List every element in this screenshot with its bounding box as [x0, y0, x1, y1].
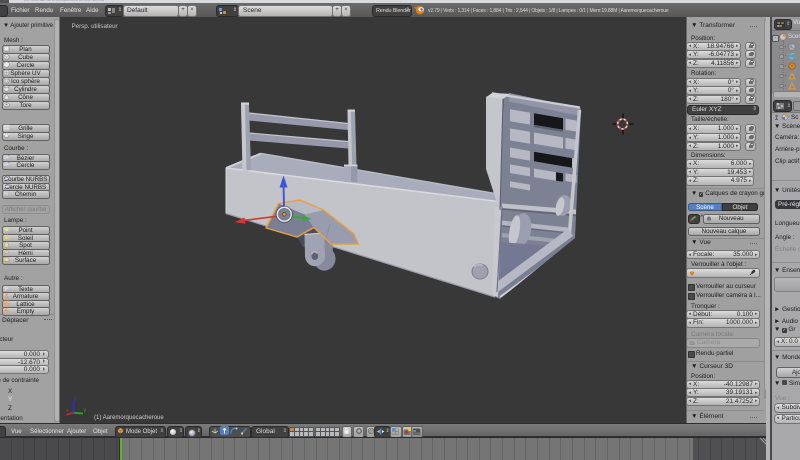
svg-text:x: x	[66, 408, 69, 414]
svg-text:F: F	[4, 286, 8, 292]
svg-text:y: y	[84, 408, 87, 414]
svg-text:z: z	[74, 397, 77, 403]
